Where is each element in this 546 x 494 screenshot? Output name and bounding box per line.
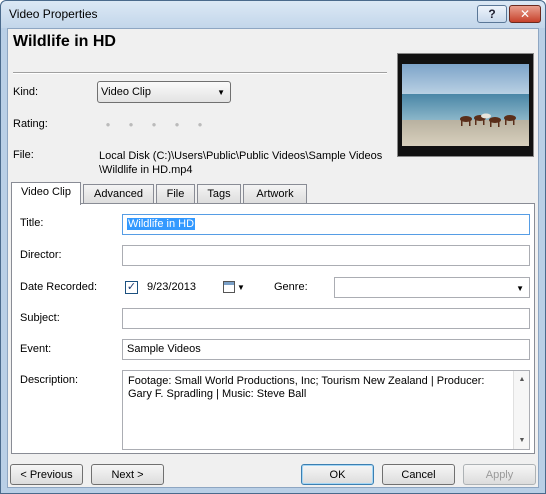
chevron-down-icon[interactable]: ▼ [237,283,245,292]
page-title: Wildlife in HD [13,33,116,50]
header-divider [13,72,387,74]
subject-input[interactable] [122,308,530,329]
checkmark-icon: ✓ [126,281,137,293]
calendar-icon[interactable] [223,281,235,293]
title-label: Title: [20,217,44,229]
file-path: Local Disk (C:)\Users\Public\Public Vide… [99,149,382,177]
description-value: Footage: Small World Productions, Inc; T… [128,375,485,400]
star-icon[interactable]: ● [195,119,205,129]
file-path-line1: Local Disk (C:)\Users\Public\Public Vide… [99,150,383,162]
rating-label: Rating: [13,118,48,130]
chevron-down-icon: ▼ [516,284,524,293]
scroll-up-icon[interactable]: ▲ [514,373,530,386]
star-icon[interactable]: ● [126,119,136,129]
event-label: Event: [20,343,52,355]
title-bar[interactable]: Video Properties ? ✕ [1,1,545,28]
genre-label: Genre: [274,281,308,293]
window-title: Video Properties [9,7,98,21]
tab-label: Tags [207,188,231,200]
file-path-line2: \Wildlife in HD.mp4 [99,164,193,176]
tab-label: File [166,188,185,200]
description-label: Description: [20,374,79,386]
director-label: Director: [20,249,62,261]
date-recorded-label: Date Recorded: [20,281,98,293]
scroll-down-icon[interactable]: ▼ [514,434,530,447]
star-icon[interactable]: ● [103,119,113,129]
apply-button[interactable]: Apply [463,464,536,485]
date-recorded-value[interactable]: 9/23/2013 [147,281,196,293]
question-mark-icon: ? [488,7,496,21]
close-button[interactable]: ✕ [509,5,541,23]
tab-label: Artwork [256,188,294,200]
tab-file[interactable]: File [156,184,195,204]
title-value: Wildlife in HD [127,218,196,230]
kind-dropdown[interactable]: Video Clip ▼ [97,81,231,103]
event-input[interactable]: Sample Videos [122,339,530,360]
director-input[interactable] [122,245,530,266]
genre-dropdown[interactable]: ▼ [334,277,530,298]
rating-stars[interactable]: ● ● ● ● ● [103,119,205,129]
chevron-down-icon: ▼ [217,88,225,97]
tab-video-clip[interactable]: Video Clip [11,182,81,205]
cancel-button[interactable]: Cancel [382,464,455,485]
star-icon[interactable]: ● [172,119,182,129]
previous-button[interactable]: < Previous [10,464,83,485]
tab-label: Advanced [94,188,143,200]
horses-image [460,113,516,127]
date-recorded-checkbox[interactable]: ✓ [125,281,138,294]
ok-button[interactable]: OK [301,464,374,485]
description-textarea[interactable]: Footage: Small World Productions, Inc; T… [122,370,530,450]
tab-advanced[interactable]: Advanced [83,184,154,204]
next-button[interactable]: Next > [91,464,164,485]
tab-artwork[interactable]: Artwork [243,184,307,204]
video-thumbnail [397,53,534,157]
subject-label: Subject: [20,312,60,324]
description-scrollbar[interactable]: ▲ ▼ [513,371,529,449]
title-input[interactable]: Wildlife in HD [122,214,530,235]
tab-label: Video Clip [21,186,71,198]
tab-tags[interactable]: Tags [197,184,241,204]
kind-value: Video Clip [101,86,151,98]
video-properties-window: Video Properties ? ✕ Wildlife in HD Kind… [0,0,546,494]
dialog-client-area: Wildlife in HD Kind: Video Clip ▼ Rating… [7,28,539,488]
star-icon[interactable]: ● [149,119,159,129]
close-icon: ✕ [519,7,531,21]
kind-label: Kind: [13,86,39,98]
help-button[interactable]: ? [477,5,507,23]
file-label: File: [13,149,34,161]
